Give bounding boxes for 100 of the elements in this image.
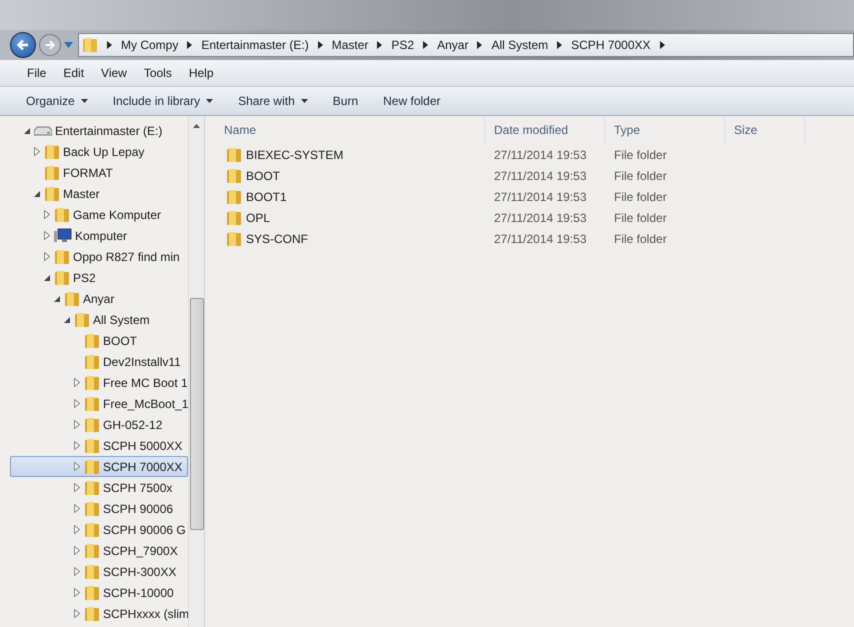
tree-item[interactable]: All System [0, 309, 188, 330]
toolbar-button[interactable]: New folder [373, 91, 450, 111]
caret-icon[interactable] [80, 99, 88, 103]
date-modified: 27/11/2014 19:53 [494, 190, 587, 204]
tree-item[interactable]: Dev2Installv11 [0, 351, 188, 372]
collapsed-arrow-icon[interactable] [74, 588, 80, 597]
tree-item[interactable]: Back Up Lepay [0, 141, 188, 162]
tree-item[interactable]: Anyar [0, 288, 188, 309]
collapsed-arrow-icon[interactable] [44, 210, 50, 219]
file-name[interactable]: BOOT1 [246, 190, 287, 204]
tree-item[interactable]: Master [0, 183, 188, 204]
breadcrumb-item[interactable]: My Compy [121, 38, 178, 52]
chevron-icon[interactable] [187, 41, 192, 49]
column-header[interactable]: Type [605, 116, 725, 144]
tree-item[interactable]: Komputer [0, 225, 188, 246]
collapsed-arrow-icon[interactable] [74, 399, 80, 408]
tree-item[interactable]: SCPH 90006 G [0, 519, 188, 540]
breadcrumb-item[interactable]: Anyar [437, 38, 468, 52]
breadcrumb-item[interactable]: Entertainmaster (E:) [201, 38, 309, 52]
breadcrumb-item[interactable]: Master [332, 38, 368, 52]
collapsed-arrow-icon[interactable] [74, 462, 80, 471]
collapsed-arrow-icon[interactable] [74, 420, 80, 429]
tree-item[interactable]: Free MC Boot 1 [0, 372, 188, 393]
file-name[interactable]: BIEXEC-SYSTEM [246, 148, 344, 162]
tree-item[interactable]: GH-052-12 [0, 414, 188, 435]
expanded-arrow-icon[interactable] [54, 296, 60, 302]
column-header[interactable]: Size [725, 116, 805, 144]
tree-item[interactable]: PS2 [0, 267, 188, 288]
expanded-arrow-icon[interactable] [24, 128, 30, 134]
chevron-icon[interactable] [557, 41, 562, 49]
forward-button[interactable] [39, 34, 61, 56]
folder-icon [84, 332, 100, 348]
chevron-icon[interactable] [377, 41, 382, 49]
address-bar[interactable]: My Compy Entertainmaster (E:) Master PS2 Anyar All System SCPH 7000XX [78, 33, 854, 57]
folder-icon [54, 248, 70, 264]
tree-item[interactable]: SCPH 7000XX [10, 456, 188, 477]
tree-item[interactable]: Game Komputer [0, 204, 188, 225]
chevron-icon[interactable] [107, 41, 112, 49]
collapsed-arrow-icon[interactable] [44, 252, 50, 261]
scroll-up-arrow-icon[interactable] [193, 124, 200, 128]
chevron-icon[interactable] [477, 41, 482, 49]
toolbar-button[interactable]: Organize [16, 91, 98, 111]
toolbar-button[interactable]: Include in library [102, 91, 224, 111]
collapsed-arrow-icon[interactable] [74, 609, 80, 618]
menu-item[interactable]: Tools [144, 66, 172, 80]
menu-item[interactable]: Help [188, 66, 214, 80]
column-header[interactable]: Name [215, 116, 485, 144]
folder-icon [74, 312, 90, 328]
column-header[interactable]: Date modified [485, 116, 605, 144]
chevron-icon[interactable] [660, 41, 665, 49]
tree-item[interactable]: Free_McBoot_1 [0, 393, 188, 414]
tree-item[interactable]: SCPH-10000 [0, 582, 188, 603]
file-type: File folder [614, 210, 667, 224]
chevron-icon[interactable] [318, 41, 323, 49]
breadcrumb-item[interactable]: PS2 [391, 38, 414, 52]
folder-icon [64, 290, 80, 306]
toolbar-button[interactable]: Burn [322, 91, 368, 111]
tree-item[interactable]: FORMAT [0, 162, 188, 183]
scrollbar[interactable] [188, 116, 204, 627]
menu-item[interactable]: View [101, 66, 127, 80]
folder-icon [54, 206, 70, 222]
file-name[interactable]: SYS-CONF [246, 232, 308, 246]
file-name[interactable]: OPL [246, 210, 270, 224]
breadcrumb-item[interactable]: All System [491, 38, 548, 52]
expanded-arrow-icon[interactable] [34, 190, 40, 196]
tree-item[interactable]: Oppo R827 find min [0, 246, 188, 267]
tree-item[interactable]: SCPH 5000XX [0, 435, 188, 456]
collapsed-arrow-icon[interactable] [74, 504, 80, 513]
caret-icon[interactable] [206, 99, 214, 103]
expanded-arrow-icon[interactable] [44, 274, 50, 280]
tree-item[interactable]: SCPH_7900X [0, 540, 188, 561]
collapsed-arrow-icon[interactable] [74, 441, 80, 450]
folder-icon [84, 374, 100, 390]
tree-item[interactable]: SCPH 7500x [0, 477, 188, 498]
chevron-icon[interactable] [423, 41, 428, 49]
collapsed-arrow-icon[interactable] [74, 483, 80, 492]
folder-icon [44, 186, 60, 202]
caret-icon[interactable] [300, 99, 308, 103]
toolbar-button[interactable]: Share with [228, 91, 318, 111]
tree-item[interactable]: SCPHxxxx (slim [0, 603, 188, 624]
tree-item[interactable]: SCPH 90006 [0, 498, 188, 519]
collapsed-arrow-icon[interactable] [44, 231, 50, 240]
expanded-arrow-icon[interactable] [64, 316, 70, 322]
folder-icon [84, 354, 100, 370]
menu-item[interactable]: Edit [63, 66, 84, 80]
folder-icon [84, 606, 100, 622]
collapsed-arrow-icon[interactable] [34, 147, 40, 156]
breadcrumb-item[interactable]: SCPH 7000XX [571, 38, 651, 52]
tree-item[interactable]: Entertainmaster (E:) [0, 120, 188, 141]
tree-item[interactable]: BOOT [0, 330, 188, 351]
collapsed-arrow-icon[interactable] [74, 567, 80, 576]
tree-item[interactable]: SCPH-300XX [0, 561, 188, 582]
collapsed-arrow-icon[interactable] [74, 546, 80, 555]
file-name[interactable]: BOOT [246, 168, 280, 182]
folder-icon [84, 480, 100, 496]
folder-icon [226, 210, 242, 226]
collapsed-arrow-icon[interactable] [74, 378, 80, 387]
collapsed-arrow-icon[interactable] [74, 525, 80, 534]
back-button[interactable] [10, 32, 36, 58]
menu-item[interactable]: File [27, 66, 46, 80]
